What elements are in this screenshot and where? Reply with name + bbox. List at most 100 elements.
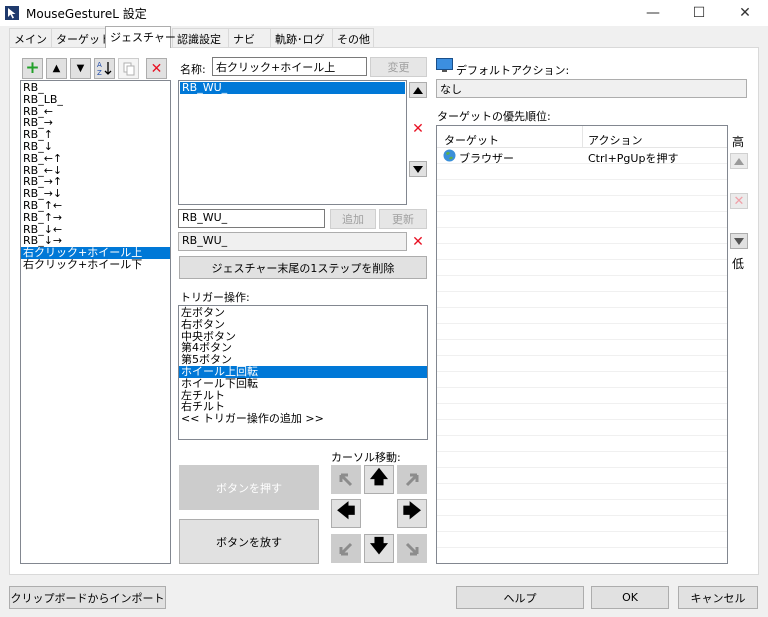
triangle-up-icon — [413, 86, 423, 94]
empty-row — [437, 180, 727, 196]
empty-row — [437, 356, 727, 372]
list-item[interactable]: ホイール下回転 — [179, 377, 427, 390]
empty-row — [437, 244, 727, 260]
release-button[interactable]: ボタンを放す — [179, 519, 319, 564]
close-button[interactable]: ✕ — [722, 0, 768, 26]
help-button[interactable]: ヘルプ — [456, 586, 584, 609]
delete-gesture-button[interactable]: ✕ — [146, 58, 167, 79]
tab-navi[interactable]: ナビ — [228, 28, 271, 47]
cursor-move-label: カーソル移動: — [331, 451, 401, 464]
list-item[interactable]: RB_LB_ — [21, 93, 170, 106]
sort-button[interactable]: A Z — [94, 58, 115, 79]
arrow-down-button[interactable]: 🡇 — [364, 534, 394, 563]
tab-target[interactable]: ターゲット — [51, 28, 111, 47]
empty-row — [437, 372, 727, 388]
priority-delete-button[interactable]: ✕ — [730, 193, 748, 209]
arrow-up-right-icon — [405, 473, 419, 486]
trigger-list[interactable]: 左ボタン 右ボタン 中央ボタン 第4ボタン 第5ボタン ホイール上回転 ホイール下回転 左チル… — [178, 305, 428, 440]
change-button[interactable]: 変更 — [370, 57, 427, 77]
column-action[interactable]: アクション — [588, 132, 642, 148]
copy-button[interactable] — [118, 58, 139, 79]
arrow-left-button[interactable]: 🡄 — [331, 499, 361, 528]
empty-row — [437, 452, 727, 468]
pattern-delete-button[interactable]: ✕ — [409, 121, 427, 137]
pattern-down-button[interactable] — [409, 161, 427, 177]
tab-main[interactable]: メイン — [9, 28, 52, 47]
arrow-down-right-icon — [405, 542, 419, 555]
column-target[interactable]: ターゲット — [444, 132, 499, 148]
empty-row — [437, 532, 727, 548]
copy-icon — [123, 62, 134, 75]
tab-trail-log[interactable]: 軌跡･ログ — [270, 28, 333, 47]
gesture-list[interactable]: RB_ RB_LB_ RB_← RB_→ RB_↑ RB_↓ RB_←↑ RB_←↓ RB_→↑… — [20, 80, 171, 564]
table-row[interactable]: ブラウザー Ctrl+PgUpを押す — [437, 148, 727, 165]
red-x-icon: ✕ — [733, 193, 745, 209]
svg-text:Z: Z — [97, 69, 102, 77]
empty-row — [437, 500, 727, 516]
sort-az-icon: A Z — [97, 61, 112, 77]
arrow-down-right-button[interactable] — [397, 534, 427, 563]
list-item[interactable]: RB_↑→ — [21, 211, 170, 224]
plus-icon: + — [25, 58, 40, 78]
empty-row — [437, 292, 727, 308]
tab-other[interactable]: その他 — [332, 28, 374, 47]
window-title: MouseGestureL 設定 — [26, 7, 147, 21]
cancel-button[interactable]: キャンセル — [678, 586, 758, 609]
arrow-up-left-button[interactable] — [331, 465, 361, 494]
priority-high-label: 高 — [732, 135, 745, 149]
update-pattern-button[interactable]: 更新 — [379, 209, 427, 229]
arrow-up-button[interactable]: 🡅 — [364, 465, 394, 494]
triangle-down-icon — [413, 165, 423, 173]
tab-gesture[interactable]: ジェスチャー — [105, 26, 176, 48]
app-icon — [5, 6, 19, 20]
gesture-pattern-list[interactable]: RB_WU_ — [178, 80, 407, 205]
pattern-input[interactable]: RB_WU_ — [178, 209, 325, 228]
globe-icon — [443, 149, 456, 162]
empty-row — [437, 420, 727, 436]
list-item[interactable]: RB_WU_ — [180, 82, 405, 94]
move-up-button[interactable]: ▲ — [46, 58, 67, 79]
press-button[interactable]: ボタンを押す — [179, 465, 319, 510]
maximize-button[interactable]: ☐ — [676, 0, 722, 26]
list-item[interactable]: ホイール上回転 — [179, 366, 427, 378]
empty-row — [437, 228, 727, 244]
pattern-readonly-field: RB_WU_ — [178, 232, 407, 251]
trigger-label: トリガー操作: — [180, 291, 250, 304]
minimize-button[interactable]: — — [630, 0, 676, 26]
arrow-right-button[interactable]: 🡆 — [397, 499, 427, 528]
empty-row — [437, 260, 727, 276]
column-divider — [582, 126, 583, 148]
empty-row — [437, 484, 727, 500]
add-gesture-button[interactable]: + — [22, 58, 43, 79]
empty-row — [437, 276, 727, 292]
move-down-button[interactable]: ▼ — [70, 58, 91, 79]
empty-row — [437, 468, 727, 484]
empty-row — [437, 340, 727, 356]
empty-row — [437, 404, 727, 420]
tab-recognition[interactable]: 認識設定 — [172, 28, 229, 47]
default-action-label: デフォルトアクション: — [456, 64, 570, 77]
list-item[interactable]: RB_↑← — [21, 200, 170, 212]
priority-up-button[interactable] — [730, 153, 748, 169]
import-clipboard-button[interactable]: クリップボードからインポート — [9, 586, 166, 609]
list-item[interactable]: 右クリック+ホイール下 — [21, 259, 170, 271]
default-action-field: なし — [436, 79, 747, 98]
add-pattern-button[interactable]: 追加 — [330, 209, 376, 229]
arrow-down-left-button[interactable] — [331, 534, 361, 563]
pattern-up-button[interactable] — [409, 82, 427, 98]
list-item[interactable]: RB_←↑ — [21, 152, 170, 165]
list-item[interactable]: 右ボタン — [179, 318, 427, 331]
list-item[interactable]: << トリガー操作の追加 >> — [179, 413, 427, 425]
delete-last-step-button[interactable]: ジェスチャー末尾の1ステップを削除 — [179, 256, 427, 279]
clear-pattern-button[interactable]: ✕ — [409, 233, 427, 251]
empty-row — [437, 308, 727, 324]
ok-button[interactable]: OK — [591, 586, 669, 609]
arrow-left-icon: 🡄 — [336, 500, 356, 522]
priority-label: ターゲットの優先順位: — [437, 110, 551, 123]
priority-down-button[interactable] — [730, 233, 748, 249]
target-priority-list[interactable]: ターゲット アクション ブラウザー Ctrl+PgUpを押す — [436, 125, 728, 564]
list-header: ターゲット アクション — [437, 126, 727, 148]
list-item[interactable]: RB_↓ — [21, 141, 170, 153]
name-input[interactable]: 右クリック+ホイール上 — [212, 57, 367, 76]
arrow-up-right-button[interactable] — [397, 465, 427, 494]
